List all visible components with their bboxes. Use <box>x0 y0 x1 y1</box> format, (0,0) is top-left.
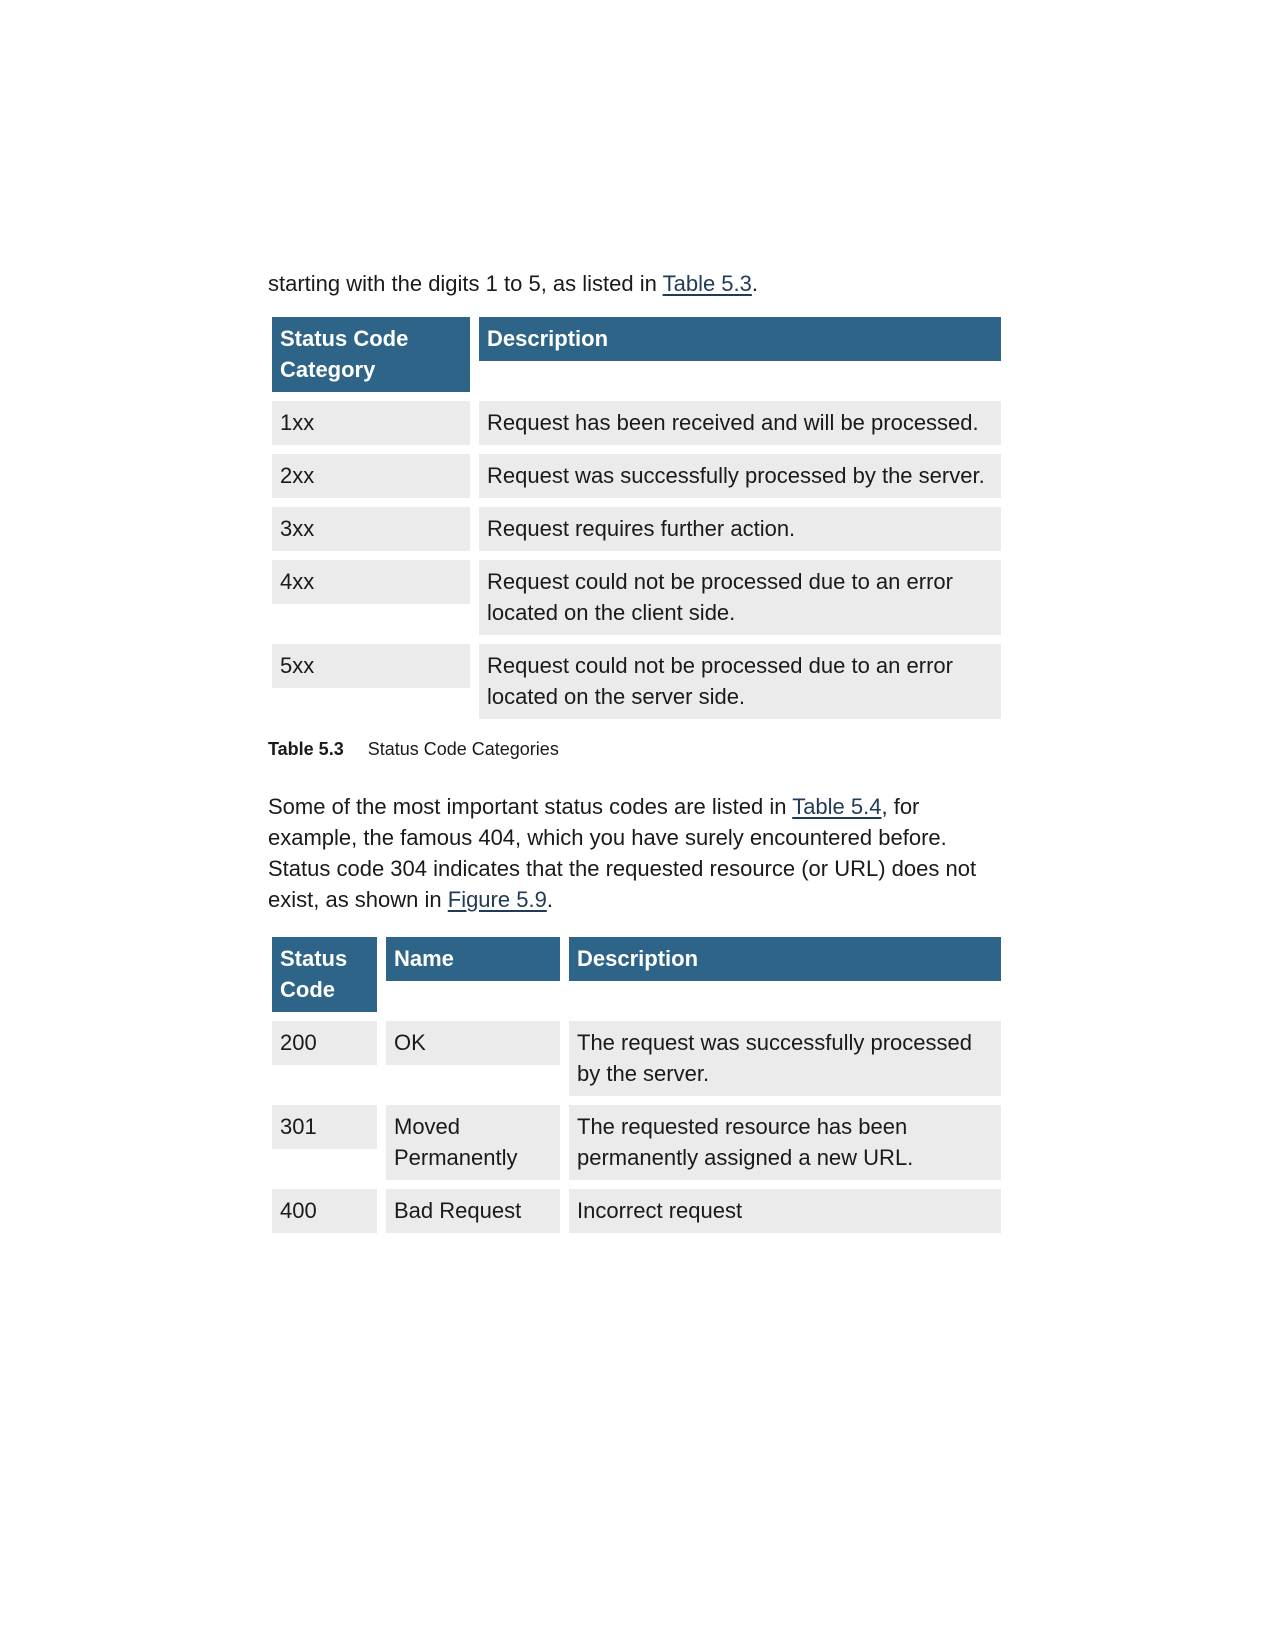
table-5-4-link[interactable]: Table 5.4 <box>792 794 881 819</box>
intro-text: starting with the digits 1 to 5, as list… <box>268 271 663 296</box>
table-cell: 1xx <box>272 401 470 445</box>
table-cell: 3xx <box>272 507 470 551</box>
table-cell: 5xx <box>272 644 470 688</box>
table-cell: OK <box>386 1021 560 1065</box>
table-header: Description <box>479 317 1001 361</box>
table-header: Status Code Category <box>272 317 470 392</box>
table-cell: Incorrect request <box>569 1189 1001 1233</box>
table-cell: Bad Request <box>386 1189 560 1233</box>
caption-label: Table 5.3 <box>268 739 344 759</box>
table-cell: 200 <box>272 1021 377 1065</box>
table-cell: The requested resource has been permanen… <box>569 1105 1001 1180</box>
table-cell: Request was successfully processed by th… <box>479 454 1001 498</box>
table-header: Description <box>569 937 1001 981</box>
figure-5-9-link[interactable]: Figure 5.9 <box>448 887 547 912</box>
table-cell: 2xx <box>272 454 470 498</box>
table-cell: Request could not be processed due to an… <box>479 560 1001 635</box>
table-cell: The request was successfully processed b… <box>569 1021 1001 1096</box>
table-header: Name <box>386 937 560 981</box>
table-cell: 400 <box>272 1189 377 1233</box>
page-content: starting with the digits 1 to 5, as list… <box>268 268 1001 1233</box>
status-codes-table: Status Code Name Description 200 OK The … <box>272 937 1001 1233</box>
caption-text: Status Code Categories <box>367 739 559 759</box>
intro-paragraph: starting with the digits 1 to 5, as list… <box>268 268 1000 299</box>
table-cell: 301 <box>272 1105 377 1149</box>
table-caption: Table 5.3 Status Code Categories <box>268 737 1000 761</box>
body-paragraph: Some of the most important status codes … <box>268 791 1000 915</box>
status-code-categories-table: Status Code Category Description 1xx Req… <box>272 317 1001 719</box>
table-header: Status Code <box>272 937 377 1012</box>
table-cell: Request could not be processed due to an… <box>479 644 1001 719</box>
table-5-3-link[interactable]: Table 5.3 <box>663 271 752 296</box>
para-text: . <box>546 887 553 912</box>
intro-end: . <box>751 271 759 296</box>
table-cell: Request has been received and will be pr… <box>479 401 1001 445</box>
table-cell: Moved Permanently <box>386 1105 560 1180</box>
table-cell: Request requires further action. <box>479 507 1001 551</box>
table-cell: 4xx <box>272 560 470 604</box>
para-text: Some of the most important status codes … <box>268 794 793 819</box>
